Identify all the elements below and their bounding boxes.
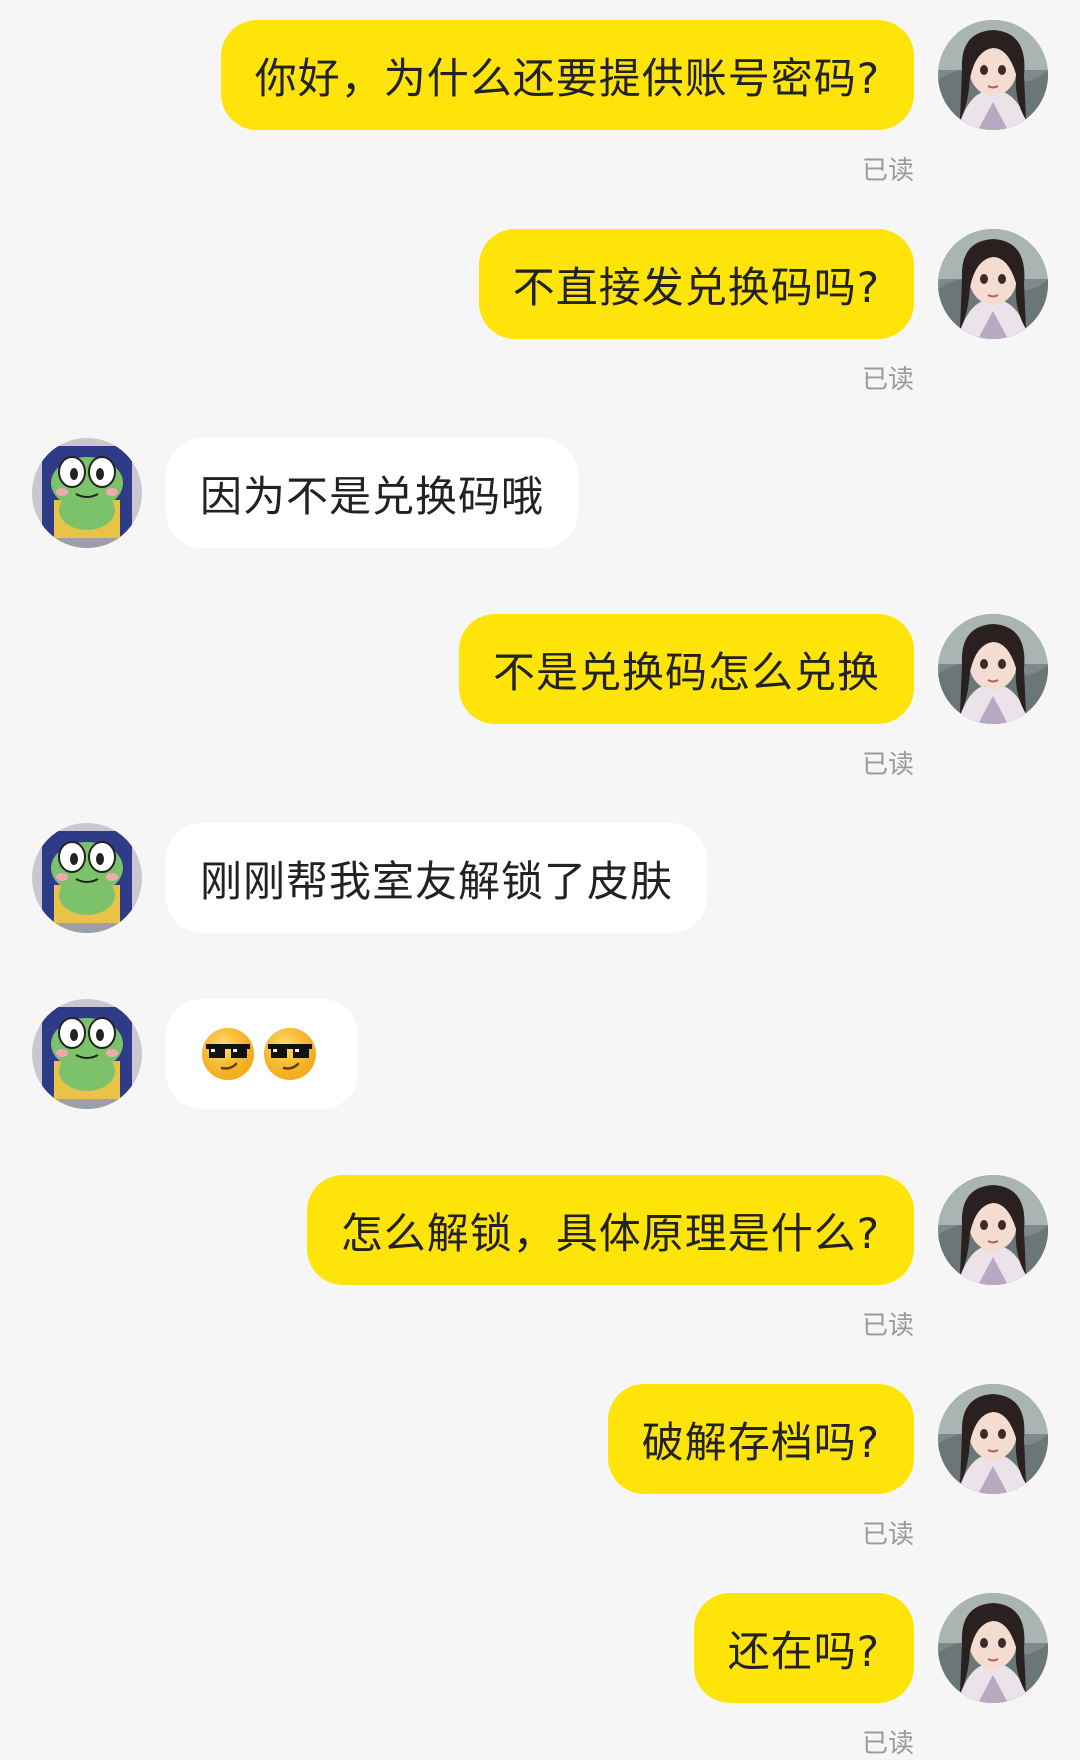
read-receipt: 已读 bbox=[861, 1729, 914, 1759]
read-receipt: 已读 bbox=[861, 156, 914, 186]
message-text: 不是兑换码怎么兑换 bbox=[492, 647, 880, 697]
message-bubble-incoming[interactable]: 刚刚帮我室友解锁了皮肤 bbox=[166, 823, 708, 933]
message-text: 还在吗? bbox=[727, 1626, 880, 1676]
contact-avatar[interactable] bbox=[32, 438, 142, 548]
message-text: 你好，为什么还要提供账号密码? bbox=[254, 53, 880, 103]
message-bubble-outgoing[interactable]: 你好，为什么还要提供账号密码? bbox=[220, 20, 914, 130]
message-bubble-outgoing[interactable]: 不直接发兑换码吗? bbox=[478, 229, 914, 339]
cool-sunglasses-emoji-icon bbox=[262, 1026, 318, 1082]
my-avatar[interactable] bbox=[938, 614, 1048, 724]
message-text: 因为不是兑换码哦 bbox=[200, 471, 545, 521]
read-receipt: 已读 bbox=[861, 1520, 914, 1550]
my-avatar[interactable] bbox=[938, 20, 1048, 130]
my-avatar[interactable] bbox=[938, 1384, 1048, 1494]
message-bubble-outgoing[interactable]: 还在吗? bbox=[693, 1593, 914, 1703]
cool-sunglasses-emoji-icon bbox=[200, 1026, 256, 1082]
read-receipt: 已读 bbox=[861, 365, 914, 395]
chat-message-list[interactable]: 你好，为什么还要提供账号密码? 已读 不直接发兑换码吗? 已读 因为不是兑换码哦… bbox=[0, 0, 1080, 1759]
my-avatar[interactable] bbox=[938, 229, 1048, 339]
read-receipt: 已读 bbox=[861, 1311, 914, 1341]
contact-avatar[interactable] bbox=[32, 823, 142, 933]
message-bubble-incoming[interactable] bbox=[166, 999, 358, 1109]
message-bubble-outgoing[interactable]: 怎么解锁，具体原理是什么? bbox=[306, 1175, 914, 1285]
message-bubble-outgoing[interactable]: 不是兑换码怎么兑换 bbox=[458, 614, 914, 724]
message-bubble-outgoing[interactable]: 破解存档吗? bbox=[607, 1384, 914, 1494]
read-receipt: 已读 bbox=[861, 750, 914, 780]
message-text: 破解存档吗? bbox=[641, 1417, 880, 1467]
message-bubble-incoming[interactable]: 因为不是兑换码哦 bbox=[166, 438, 579, 548]
message-text: 刚刚帮我室友解锁了皮肤 bbox=[200, 856, 674, 906]
message-text: 不直接发兑换码吗? bbox=[512, 262, 880, 312]
contact-avatar[interactable] bbox=[32, 999, 142, 1109]
my-avatar[interactable] bbox=[938, 1175, 1048, 1285]
my-avatar[interactable] bbox=[938, 1593, 1048, 1703]
message-text: 怎么解锁，具体原理是什么? bbox=[340, 1208, 880, 1258]
